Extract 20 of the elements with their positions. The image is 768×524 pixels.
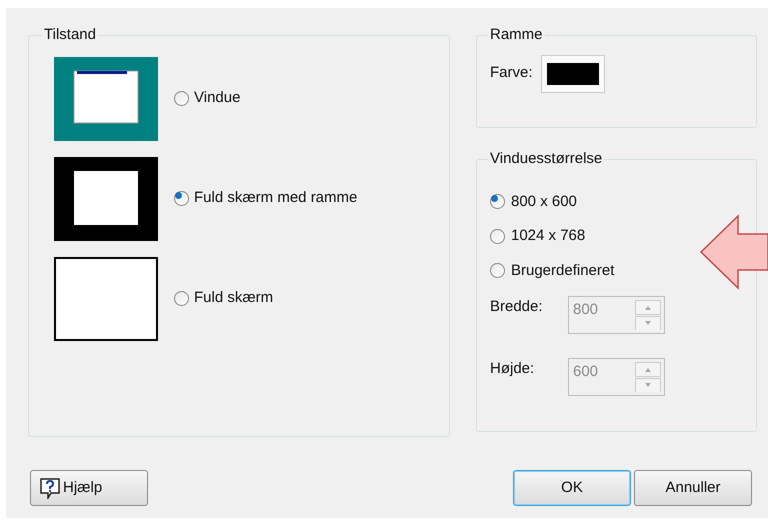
radio-label: 1024 x 768 xyxy=(511,226,586,246)
field-label: Bredde: xyxy=(490,297,544,317)
color-button[interactable] xyxy=(540,54,605,92)
radio-label: Fuld skærm med ramme xyxy=(194,188,358,208)
field-label: Højde: xyxy=(490,359,536,379)
framed-mode-preview-icon xyxy=(54,156,158,240)
help-button[interactable]: Hjælp xyxy=(30,470,148,506)
radio-label: Brugerdefineret xyxy=(511,260,614,280)
cancel-button[interactable]: Annuller xyxy=(634,470,752,506)
ok-button[interactable]: OK xyxy=(513,470,631,506)
color-label: Farve: xyxy=(490,63,533,84)
fullscreen-mode-preview-icon xyxy=(54,256,158,340)
radio-label: 800 x 600 xyxy=(511,192,577,212)
group-title: Vinduesstørrelse xyxy=(489,149,604,169)
radio-label: Fuld skærm xyxy=(194,288,274,308)
group-title: Tilstand xyxy=(43,25,97,45)
group-title: Ramme xyxy=(489,25,544,45)
window-mode-preview-icon xyxy=(54,56,158,140)
help-icon xyxy=(39,477,61,499)
radio-label: Vindue xyxy=(194,88,240,108)
